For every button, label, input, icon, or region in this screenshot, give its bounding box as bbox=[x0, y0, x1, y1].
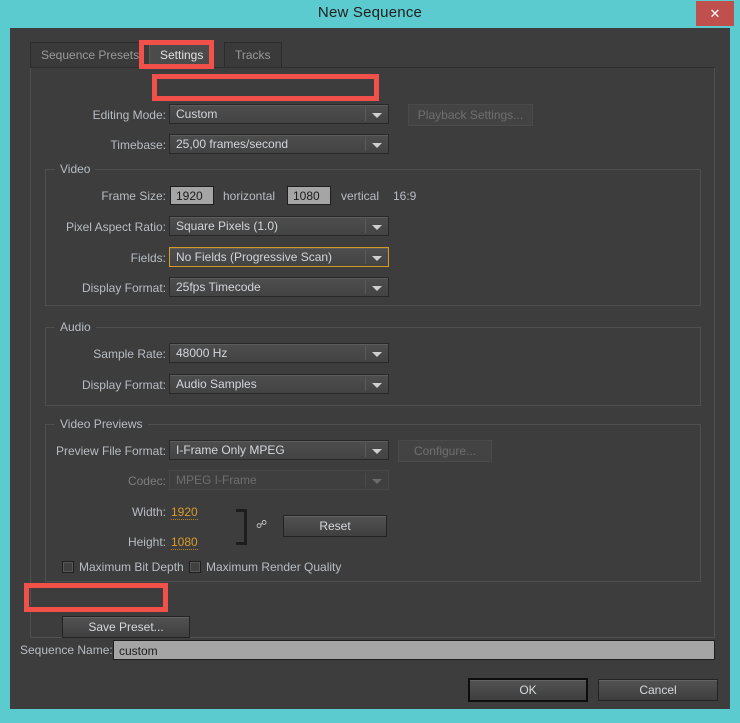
tab-settings[interactable]: Settings bbox=[149, 42, 215, 68]
save-preset-button[interactable]: Save Preset... bbox=[62, 616, 190, 638]
preview-file-format-dropdown[interactable]: I-Frame Only MPEG bbox=[169, 440, 389, 460]
maximum-bit-depth-checkbox[interactable] bbox=[62, 561, 74, 573]
chevron-down-icon bbox=[372, 286, 382, 291]
audio-group-title: Audio bbox=[55, 320, 96, 334]
pixel-aspect-dropdown[interactable]: Square Pixels (1.0) bbox=[169, 216, 389, 236]
frame-size-label: Frame Size: bbox=[101, 189, 166, 203]
dropdown-separator bbox=[365, 346, 366, 360]
fields-dropdown[interactable]: No Fields (Progressive Scan) bbox=[169, 247, 389, 267]
maximum-bit-depth-label: Maximum Bit Depth bbox=[79, 560, 184, 574]
chevron-down-icon bbox=[372, 225, 382, 230]
dropdown-separator bbox=[365, 137, 366, 151]
timebase-label: Timebase: bbox=[110, 138, 166, 152]
sample-rate-label: Sample Rate: bbox=[93, 347, 166, 361]
ok-button[interactable]: OK bbox=[468, 678, 588, 702]
reset-button[interactable]: Reset bbox=[283, 515, 387, 537]
sample-rate-dropdown[interactable]: 48000 Hz bbox=[169, 343, 389, 363]
video-previews-group-title: Video Previews bbox=[55, 417, 148, 431]
sequence-name-value: custom bbox=[119, 644, 158, 658]
codec-value: MPEG I-Frame bbox=[176, 473, 257, 487]
dropdown-separator bbox=[365, 280, 366, 294]
codec-label: Codec: bbox=[127, 474, 166, 488]
fields-value: No Fields (Progressive Scan) bbox=[176, 250, 333, 264]
preview-height-label: Height: bbox=[127, 535, 166, 549]
editing-mode-value: Custom bbox=[176, 107, 218, 121]
timebase-value: 25,00 frames/second bbox=[176, 137, 289, 151]
frame-width-value: 1920 bbox=[176, 189, 203, 203]
preview-file-format-value: I-Frame Only MPEG bbox=[176, 443, 285, 457]
close-icon[interactable]: ✕ bbox=[696, 1, 734, 26]
dropdown-separator bbox=[365, 377, 366, 391]
dialog-title: New Sequence bbox=[317, 4, 423, 21]
audio-display-format-value: Audio Samples bbox=[176, 377, 257, 391]
video-display-format-dropdown[interactable]: 25fps Timecode bbox=[169, 277, 389, 297]
playback-settings-button[interactable]: Playback Settings... bbox=[408, 104, 533, 126]
chevron-down-icon bbox=[372, 449, 382, 454]
fields-label: Fields: bbox=[130, 251, 166, 265]
audio-group bbox=[45, 327, 701, 406]
dropdown-separator bbox=[365, 443, 366, 457]
dropdown-separator bbox=[365, 219, 366, 233]
pixel-aspect-value: Square Pixels (1.0) bbox=[176, 219, 279, 233]
frame-height-value: 1080 bbox=[293, 189, 320, 203]
pixel-aspect-label: Pixel Aspect Ratio: bbox=[65, 220, 166, 234]
title-bar: New Sequence ✕ bbox=[0, 0, 740, 28]
audio-display-format-dropdown[interactable]: Audio Samples bbox=[169, 374, 389, 394]
tab-sequence-presets[interactable]: Sequence Presets bbox=[30, 42, 151, 68]
audio-display-format-label: Display Format: bbox=[81, 378, 166, 392]
preview-width-label: Width: bbox=[131, 505, 166, 519]
chevron-down-icon bbox=[372, 479, 382, 484]
vertical-label: vertical bbox=[341, 189, 380, 203]
codec-dropdown: MPEG I-Frame bbox=[169, 470, 389, 490]
chevron-down-icon bbox=[372, 352, 382, 357]
new-sequence-dialog: New Sequence ✕ Sequence Presets Settings… bbox=[0, 0, 740, 723]
link-bracket bbox=[236, 509, 247, 545]
timebase-dropdown[interactable]: 25,00 frames/second bbox=[169, 134, 389, 154]
cancel-button[interactable]: Cancel bbox=[598, 679, 718, 701]
dropdown-separator bbox=[365, 107, 366, 121]
chevron-down-icon bbox=[372, 113, 382, 118]
chain-link-icon[interactable]: ☍ bbox=[256, 520, 267, 531]
frame-width-input[interactable]: 1920 bbox=[170, 186, 214, 205]
chevron-down-icon bbox=[372, 143, 382, 148]
chevron-down-icon bbox=[372, 256, 382, 261]
preview-width-value[interactable]: 1920 bbox=[171, 505, 198, 520]
settings-panel: Editing Mode: Custom Playback Settings..… bbox=[30, 68, 715, 638]
preview-file-format-label: Preview File Format: bbox=[55, 444, 166, 458]
preview-height-value[interactable]: 1080 bbox=[171, 535, 198, 550]
dropdown-separator bbox=[365, 473, 366, 487]
sequence-name-label: Sequence Name: bbox=[20, 643, 113, 657]
frame-height-input[interactable]: 1080 bbox=[287, 186, 331, 205]
video-display-format-label: Display Format: bbox=[81, 281, 166, 295]
chevron-down-icon bbox=[372, 383, 382, 388]
editing-mode-dropdown[interactable]: Custom bbox=[169, 104, 389, 124]
editing-mode-label: Editing Mode: bbox=[92, 108, 166, 122]
tab-tracks[interactable]: Tracks bbox=[224, 42, 282, 68]
maximum-render-quality-checkbox[interactable] bbox=[189, 561, 201, 573]
dropdown-separator bbox=[365, 250, 366, 264]
dialog-body: Sequence Presets Settings Tracks Editing… bbox=[10, 28, 730, 709]
configure-button[interactable]: Configure... bbox=[398, 440, 492, 462]
maximum-render-quality-label: Maximum Render Quality bbox=[206, 560, 342, 574]
video-group-title: Video bbox=[55, 162, 96, 176]
horizontal-label: horizontal bbox=[223, 189, 276, 203]
video-display-format-value: 25fps Timecode bbox=[176, 280, 261, 294]
sequence-name-input[interactable]: custom bbox=[113, 640, 715, 660]
aspect-ratio-text: 16:9 bbox=[393, 189, 417, 203]
sample-rate-value: 48000 Hz bbox=[176, 346, 228, 360]
